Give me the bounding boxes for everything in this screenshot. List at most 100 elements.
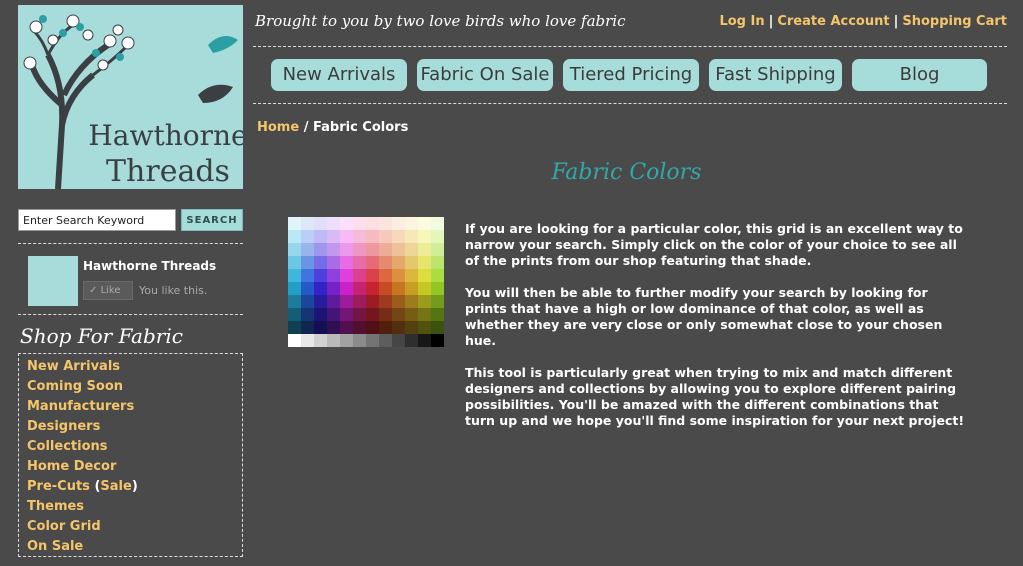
shop-link-collections[interactable]: Collections [27,437,234,457]
search-input[interactable] [18,209,176,231]
color-swatch[interactable] [288,256,301,269]
color-swatch[interactable] [340,295,353,308]
color-swatch[interactable] [327,243,340,256]
shop-link-manufacturers[interactable]: Manufacturers [27,397,234,417]
color-swatch[interactable] [392,217,405,230]
color-swatch-gray[interactable] [392,334,405,347]
color-swatch[interactable] [431,269,444,282]
color-swatch[interactable] [405,217,418,230]
color-swatch[interactable] [301,321,314,334]
color-swatch[interactable] [314,243,327,256]
color-swatch[interactable] [431,282,444,295]
color-swatch[interactable] [301,282,314,295]
search-button[interactable]: SEARCH [181,209,243,231]
color-swatch[interactable] [340,256,353,269]
color-swatch[interactable] [340,217,353,230]
color-swatch[interactable] [392,308,405,321]
color-swatch[interactable] [405,308,418,321]
color-swatch[interactable] [431,308,444,321]
color-swatch[interactable] [340,243,353,256]
color-swatch[interactable] [366,256,379,269]
shop-link-on-sale[interactable]: On Sale [27,537,234,557]
shop-link-color-grid[interactable]: Color Grid [27,517,234,537]
login-link[interactable]: Log In [719,14,764,29]
color-swatch[interactable] [431,243,444,256]
facebook-page-thumbnail[interactable] [28,256,78,306]
color-swatch[interactable] [327,269,340,282]
color-swatch-gray[interactable] [314,334,327,347]
shop-link-pre-cuts[interactable]: Pre-Cuts [27,479,90,494]
color-swatch[interactable] [366,243,379,256]
color-swatch[interactable] [418,282,431,295]
shop-link-new-arrivals[interactable]: New Arrivals [27,357,234,377]
shop-link-home-decor[interactable]: Home Decor [27,457,234,477]
color-swatch[interactable] [288,243,301,256]
color-swatch-gray[interactable] [379,334,392,347]
color-swatch[interactable] [379,243,392,256]
color-swatch[interactable] [418,217,431,230]
color-swatch[interactable] [288,217,301,230]
color-swatch[interactable] [405,230,418,243]
color-swatch[interactable] [353,243,366,256]
color-swatch[interactable] [353,282,366,295]
color-swatch[interactable] [301,308,314,321]
color-swatch[interactable] [353,217,366,230]
shopping-cart-link[interactable]: Shopping Cart [902,14,1007,29]
nav-fabric-on-sale[interactable]: Fabric On Sale [417,59,553,91]
color-swatch[interactable] [353,230,366,243]
color-swatch[interactable] [327,256,340,269]
color-swatch[interactable] [301,295,314,308]
shop-link-pre-cuts-sale[interactable]: Sale [100,479,131,494]
color-swatch[interactable] [327,230,340,243]
color-swatch[interactable] [353,256,366,269]
color-swatch[interactable] [405,243,418,256]
color-swatch[interactable] [353,308,366,321]
color-swatch[interactable] [327,321,340,334]
color-swatch[interactable] [288,295,301,308]
color-swatch[interactable] [366,321,379,334]
color-swatch[interactable] [301,243,314,256]
color-swatch[interactable] [379,295,392,308]
color-swatch[interactable] [288,321,301,334]
color-swatch[interactable] [379,256,392,269]
facebook-like-button[interactable]: ✓ Like [83,281,133,300]
color-swatch[interactable] [392,269,405,282]
color-swatch-gray[interactable] [340,334,353,347]
nav-blog[interactable]: Blog [852,59,987,91]
color-swatch[interactable] [340,230,353,243]
color-swatch[interactable] [431,256,444,269]
color-swatch-gray[interactable] [366,334,379,347]
shop-link-designers[interactable]: Designers [27,417,234,437]
color-swatch[interactable] [314,230,327,243]
facebook-page-name[interactable]: Hawthorne Threads [83,259,216,273]
color-swatch[interactable] [366,269,379,282]
color-swatch[interactable] [379,282,392,295]
color-swatch[interactable] [314,295,327,308]
color-swatch[interactable] [418,256,431,269]
color-swatch[interactable] [314,308,327,321]
color-swatch-gray[interactable] [431,334,444,347]
color-swatch[interactable] [431,230,444,243]
color-swatch[interactable] [405,269,418,282]
color-swatch-gray[interactable] [301,334,314,347]
color-swatch[interactable] [301,230,314,243]
color-swatch[interactable] [366,295,379,308]
color-swatch-gray[interactable] [327,334,340,347]
color-swatch-gray[interactable] [418,334,431,347]
color-swatch[interactable] [327,308,340,321]
color-swatch[interactable] [340,269,353,282]
color-swatch[interactable] [340,282,353,295]
color-swatch[interactable] [431,295,444,308]
color-swatch[interactable] [288,282,301,295]
create-account-link[interactable]: Create Account [777,14,889,29]
color-swatch[interactable] [366,308,379,321]
color-swatch[interactable] [405,295,418,308]
color-swatch[interactable] [379,308,392,321]
color-swatch[interactable] [301,217,314,230]
breadcrumb-home[interactable]: Home [257,120,299,135]
color-swatch[interactable] [392,243,405,256]
color-swatch-gray[interactable] [405,334,418,347]
color-swatch[interactable] [379,230,392,243]
color-swatch[interactable] [392,256,405,269]
color-swatch[interactable] [314,321,327,334]
